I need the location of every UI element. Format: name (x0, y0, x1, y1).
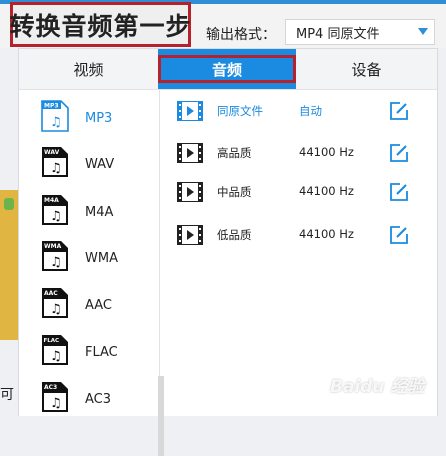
quality-row-high[interactable]: 高品质 44100 Hz (177, 141, 417, 165)
quality-rate: 44100 Hz (299, 184, 354, 198)
category-tabs: 视频 音频 设备 (19, 49, 437, 90)
background-app-icon (4, 198, 14, 210)
tab-highlight-box (158, 55, 296, 83)
quality-row-low[interactable]: 低品质 44100 Hz (177, 223, 417, 247)
flac-file-icon: FLAC ♫ (42, 335, 68, 365)
format-label-wav: WAV (85, 157, 115, 172)
svg-text:♫: ♫ (50, 115, 62, 130)
svg-text:♫: ♫ (50, 161, 62, 176)
film-icon (177, 182, 203, 202)
format-item-ac3[interactable]: AC3 ♫ AC3 (19, 377, 159, 423)
background-app-strip (0, 190, 18, 340)
format-label-mp3: MP3 (85, 111, 113, 126)
output-format-value: MP4 同原文件 (296, 26, 380, 42)
svg-text:♫: ♫ (50, 209, 62, 224)
quality-rate: 自动 (299, 104, 322, 118)
quality-name: 高品质 (217, 146, 252, 160)
format-panel: 视频 音频 设备 MP3 ♫ MP3 WAV ♫ WAV M4A ♫ M4A W… (18, 48, 438, 456)
background-text: 可 (0, 387, 14, 403)
quality-rate: 44100 Hz (299, 145, 354, 159)
quality-name: 中品质 (217, 185, 252, 199)
svg-text:♫: ♫ (50, 396, 62, 411)
tab-device[interactable]: 设备 (296, 49, 437, 89)
format-item-m4a[interactable]: M4A ♫ M4A (19, 190, 159, 236)
wav-file-icon: WAV ♫ (42, 147, 68, 177)
output-format-label: 输出格式： (206, 27, 276, 43)
format-item-flac[interactable]: FLAC ♫ FLAC (19, 330, 159, 376)
svg-text:WMA: WMA (44, 243, 62, 250)
format-item-wav[interactable]: WAV ♫ WAV (19, 142, 159, 188)
svg-text:M4A: M4A (44, 197, 59, 204)
ac3-file-icon: AC3 ♫ (42, 382, 68, 412)
format-label-flac: FLAC (85, 345, 118, 360)
tab-device-label: 设备 (351, 60, 382, 79)
svg-text:MP3: MP3 (44, 103, 59, 110)
quality-name: 同原文件 (217, 104, 263, 118)
film-icon (177, 225, 203, 245)
output-format-select[interactable]: MP4 同原文件 (285, 19, 435, 45)
svg-text:AC3: AC3 (44, 384, 57, 391)
m4a-file-icon: M4A ♫ (42, 195, 68, 225)
tab-video[interactable]: 视频 (19, 49, 158, 89)
baidu-watermark: Baidu 经验 (330, 377, 425, 397)
svg-text:♫: ♫ (50, 255, 62, 270)
format-label-m4a: M4A (85, 205, 114, 220)
wma-file-icon: WMA ♫ (42, 241, 68, 271)
format-label-ac3: AC3 (85, 392, 112, 407)
edit-icon[interactable] (389, 225, 409, 245)
step-title-box: 转换音频第一步 (10, 2, 191, 47)
list-scrollbar[interactable] (158, 376, 164, 456)
svg-text:AAC: AAC (44, 290, 58, 297)
format-label-wma: WMA (85, 251, 118, 266)
aac-file-icon: AAC ♫ (42, 288, 68, 318)
quality-rate: 44100 Hz (299, 227, 354, 241)
svg-text:♫: ♫ (50, 349, 62, 364)
quality-row-medium[interactable]: 中品质 44100 Hz (177, 180, 417, 204)
dropdown-arrow-icon[interactable] (418, 28, 428, 35)
step-title: 转换音频第一步 (9, 11, 192, 41)
format-item-mp3[interactable]: MP3 ♫ MP3 (19, 96, 159, 142)
edit-icon[interactable] (389, 143, 409, 163)
format-item-wma[interactable]: WMA ♫ WMA (19, 236, 159, 282)
mp3-file-icon: MP3 ♫ (41, 100, 69, 132)
svg-text:FLAC: FLAC (44, 338, 60, 344)
edit-icon[interactable] (389, 101, 409, 121)
edit-icon[interactable] (389, 182, 409, 202)
quality-name: 低品质 (217, 228, 252, 242)
format-item-aac[interactable]: AAC ♫ AAC (19, 283, 159, 329)
svg-text:WAV: WAV (44, 149, 60, 156)
format-label-aac: AAC (85, 298, 112, 313)
tab-video-label: 视频 (73, 60, 104, 79)
film-icon (177, 101, 203, 121)
svg-text:♫: ♫ (50, 302, 62, 317)
quality-row-original[interactable]: 同原文件 自动 (177, 99, 417, 123)
film-icon (177, 143, 203, 163)
format-list: MP3 ♫ MP3 WAV ♫ WAV M4A ♫ M4A WMA ♫ WMA … (19, 90, 164, 456)
